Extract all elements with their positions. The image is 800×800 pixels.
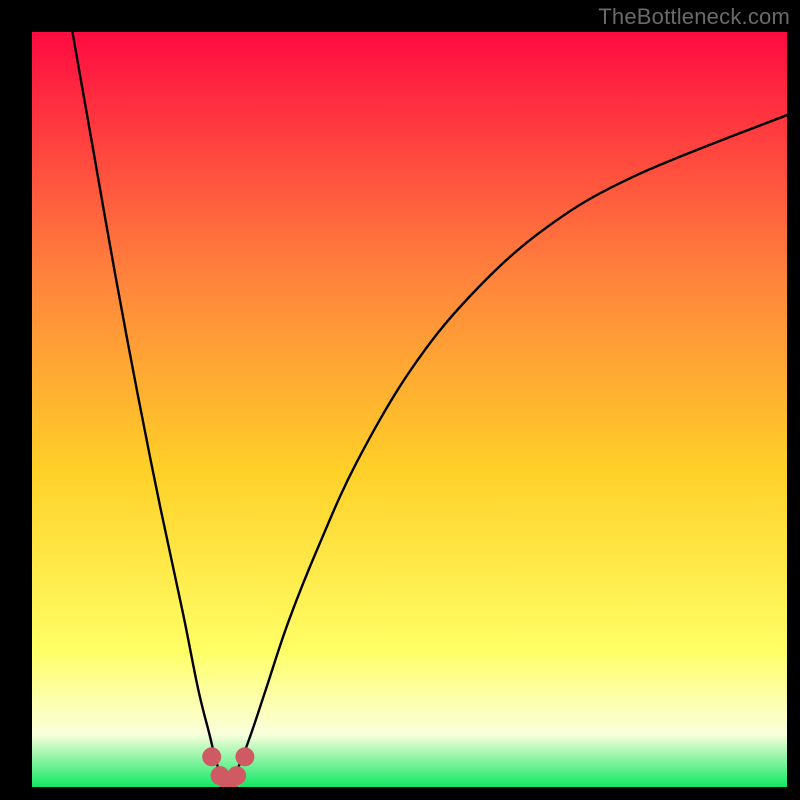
valley-marker xyxy=(235,747,254,766)
valley-marker xyxy=(227,766,246,785)
chart-frame: TheBottleneck.com xyxy=(0,0,800,800)
valley-marker xyxy=(202,747,221,766)
gradient-panel xyxy=(32,32,787,787)
watermark-text: TheBottleneck.com xyxy=(598,4,790,30)
bottleneck-chart xyxy=(0,0,800,800)
